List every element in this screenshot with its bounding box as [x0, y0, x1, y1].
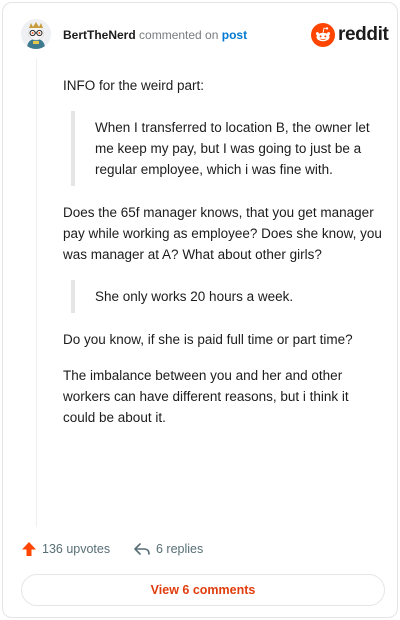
comment-body: INFO for the weird part: When I transferr…: [63, 75, 383, 428]
view-comments-button[interactable]: View 6 comments: [21, 574, 385, 606]
comment-paragraph: Do you know, if she is paid full time or…: [63, 332, 353, 347]
replies-button[interactable]: 6 replies: [133, 541, 203, 557]
comment-paragraph: Does the 65f manager knows, that you get…: [63, 205, 382, 262]
avatar-nerd-icon: [21, 19, 51, 49]
reply-arrow-icon: [134, 543, 150, 555]
comment-card: BertTheNerd commented on post reddit INF…: [2, 2, 398, 618]
blockquote: She only works 20 hours a week.: [71, 280, 383, 313]
reddit-snoo-icon: [311, 23, 335, 47]
reddit-logo[interactable]: reddit: [311, 23, 389, 47]
comment-paragraph: The imbalance between you and her and ot…: [63, 368, 349, 425]
post-link[interactable]: post: [222, 28, 247, 42]
thread-line: [36, 59, 37, 527]
comment-paragraph: INFO for the weird part:: [63, 78, 205, 93]
author-username[interactable]: BertTheNerd: [63, 28, 136, 42]
user-avatar[interactable]: [21, 19, 51, 49]
reply-count: 6 replies: [156, 542, 204, 556]
upvote-arrow-icon: [22, 542, 36, 556]
comment-header: BertTheNerd commented on post reddit: [21, 17, 389, 53]
upvote-count: 136 upvotes: [42, 542, 111, 556]
upvote-button[interactable]: 136 upvotes: [21, 541, 110, 557]
comment-meta: BertTheNerd commented on post: [63, 28, 247, 42]
comment-action-text: commented on: [135, 28, 222, 42]
blockquote: When I transferred to location B, the ow…: [71, 111, 383, 186]
reddit-wordmark: reddit: [338, 24, 389, 45]
